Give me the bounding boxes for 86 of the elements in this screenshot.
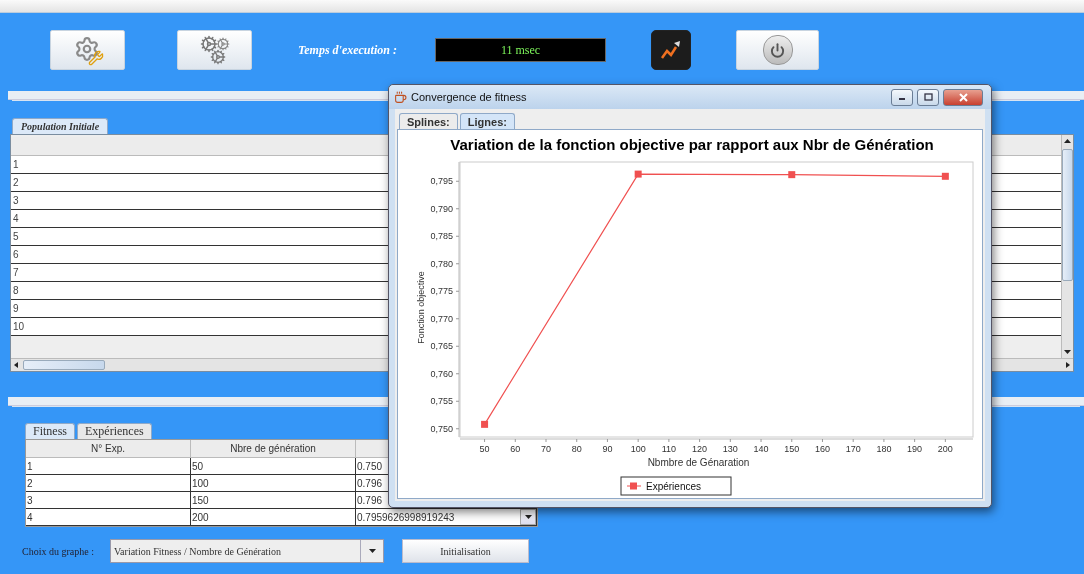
table-cell: 0.7959626998919243 [357,511,455,523]
tab[interactable]: Lignes: [459,113,515,129]
dropdown-button[interactable] [520,509,536,525]
table-cell: 1 [26,458,191,475]
up-arrow-icon [1064,139,1071,143]
down-arrow-icon [524,515,532,519]
row-number: 7 [13,267,19,278]
row-number: 9 [13,303,19,314]
x-axis-label: Nbmbre de Génaration [647,457,750,468]
data-point [788,171,796,179]
graph-choice-label: Choix du graphe : [22,545,95,557]
x-tick-label: 180 [876,444,892,454]
column-header: Nbre de génération [230,443,316,454]
y-tick-label: 0,755 [430,396,453,407]
x-tick-label: 110 [661,444,677,454]
x-tick-label: 150 [784,444,800,454]
x-tick-label: 140 [753,444,769,454]
tab[interactable]: Splines: [399,113,458,129]
data-point [634,170,642,178]
close-icon [958,92,968,102]
row-number: 3 [13,195,19,206]
column-header: N° Exp. [91,443,125,454]
x-tick-label: 120 [692,444,708,454]
tab[interactable]: Expériences [77,423,152,439]
data-point [941,172,949,180]
x-tick-label: 130 [722,444,738,454]
x-tick-label: 70 [541,444,551,454]
initialisation-button[interactable]: Initialisation [402,539,529,563]
x-tick-label: 170 [845,444,861,454]
gears-icon [199,35,230,65]
tools-button[interactable] [50,30,125,70]
row-number: 5 [13,231,19,242]
y-tick-label: 0,760 [430,368,453,379]
chart-legend: Expériences [620,476,732,496]
x-tick-label: 60 [510,444,521,454]
chart-button[interactable] [651,30,691,70]
row-number: 1 [13,159,19,170]
table-cell: 50 [191,458,356,475]
table-cell: 4 [26,509,191,526]
down-arrow-icon [1064,350,1071,354]
row-number: 8 [13,285,19,296]
row-number: 6 [13,249,19,260]
x-tick-label: 80 [571,444,582,454]
row-number: 4 [13,213,19,224]
maximize-icon [923,93,933,101]
x-tick-label: 190 [907,444,923,454]
y-tick-label: 0,780 [430,258,453,269]
java-cup-icon [394,90,407,104]
table-cell: 100 [191,475,356,492]
x-tick-label: 50 [479,444,490,454]
execution-time-display: 11 msec [435,38,606,62]
settings-button[interactable] [177,30,252,70]
gear-wrench-icon [73,36,102,64]
execution-time-label: Temps d'execution : [298,42,398,58]
data-point [481,420,489,428]
y-axis-label: Fonction objective [416,271,426,344]
window-title: Convergence de fitness [411,91,528,103]
table-cell: 3 [26,492,191,509]
x-tick-label: 200 [937,444,953,454]
y-tick-label: 0,790 [430,203,453,214]
maximize-button[interactable] [917,88,939,106]
chart-title: Variation de la fonction objective par rapport aux Nbr de Génération [450,136,934,153]
row-number: 2 [13,177,19,188]
tab[interactable]: Population Initiale [12,118,109,134]
power-icon [762,35,793,65]
y-tick-label: 0,785 [430,231,453,242]
x-tick-label: 90 [602,444,613,454]
row-number: 10 [13,321,25,332]
table-cell: 2 [26,475,191,492]
x-tick-label: 100 [630,444,646,454]
y-tick-label: 0,775 [430,286,453,297]
power-button[interactable] [736,30,819,70]
close-button[interactable] [943,88,983,106]
legend-label: Expériences [646,481,702,492]
y-tick-label: 0,765 [430,341,453,352]
table-cell: 150 [191,492,356,509]
y-tick-label: 0,795 [430,176,453,187]
x-tick-label: 160 [814,444,830,454]
vertical-scrollbar[interactable] [1061,135,1073,358]
down-arrow-icon [368,549,376,553]
tab[interactable]: Fitness [25,423,75,439]
table-cell: 200 [191,509,356,526]
y-tick-label: 0,770 [430,313,453,324]
minimize-button[interactable] [891,88,913,106]
y-tick-label: 0,750 [430,423,453,434]
graph-choice-dropdown[interactable]: Variation Fitness / Nombre de Génération [110,539,384,563]
